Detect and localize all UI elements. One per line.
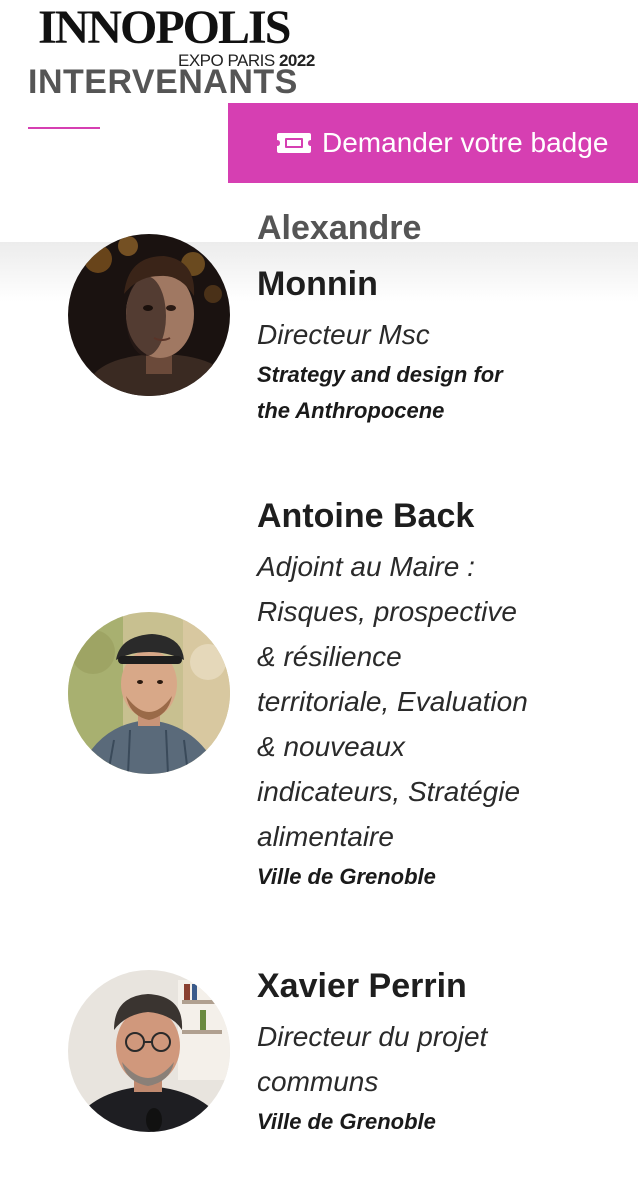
speaker-role: & résilience	[257, 641, 402, 672]
speaker-role: communs	[257, 1066, 379, 1097]
speaker-role: Directeur Msc	[257, 319, 430, 350]
speaker-role: Adjoint au Maire :	[257, 551, 475, 582]
speaker-org: the Anthropocene	[257, 398, 445, 423]
speaker-last-name: Monnin	[257, 265, 378, 303]
speaker-first-name: Alexandre	[257, 209, 422, 247]
speaker-name: Antoine Back	[257, 497, 475, 535]
speaker-role: territoriale, Evaluation	[257, 686, 528, 717]
speaker-photo	[68, 234, 230, 396]
ticket-icon	[277, 133, 311, 153]
speaker-role: indicateurs, Stratégie	[257, 776, 521, 807]
speaker-role: alimentaire	[257, 821, 394, 852]
speaker-photo	[68, 612, 230, 774]
speaker-name: Xavier Perrin	[257, 967, 467, 1005]
title-underline	[28, 127, 100, 129]
speaker-role: Risques, prospective	[257, 596, 517, 627]
speaker-org: Ville de Grenoble	[257, 864, 436, 889]
request-badge-button[interactable]: Demander votre badge	[228, 103, 638, 183]
speaker-org: Ville de Grenoble	[257, 1109, 436, 1134]
speaker-org: Strategy and design for	[257, 362, 503, 387]
speaker-role: Directeur du projet	[257, 1021, 488, 1052]
speaker-photo	[68, 970, 230, 1132]
logo-wordmark: INNOPOLIS	[38, 1, 291, 54]
page-title: INTERVENANTS	[28, 63, 298, 101]
speaker-role: & nouveaux	[257, 731, 405, 762]
request-badge-label: Demander votre badge	[322, 127, 609, 158]
